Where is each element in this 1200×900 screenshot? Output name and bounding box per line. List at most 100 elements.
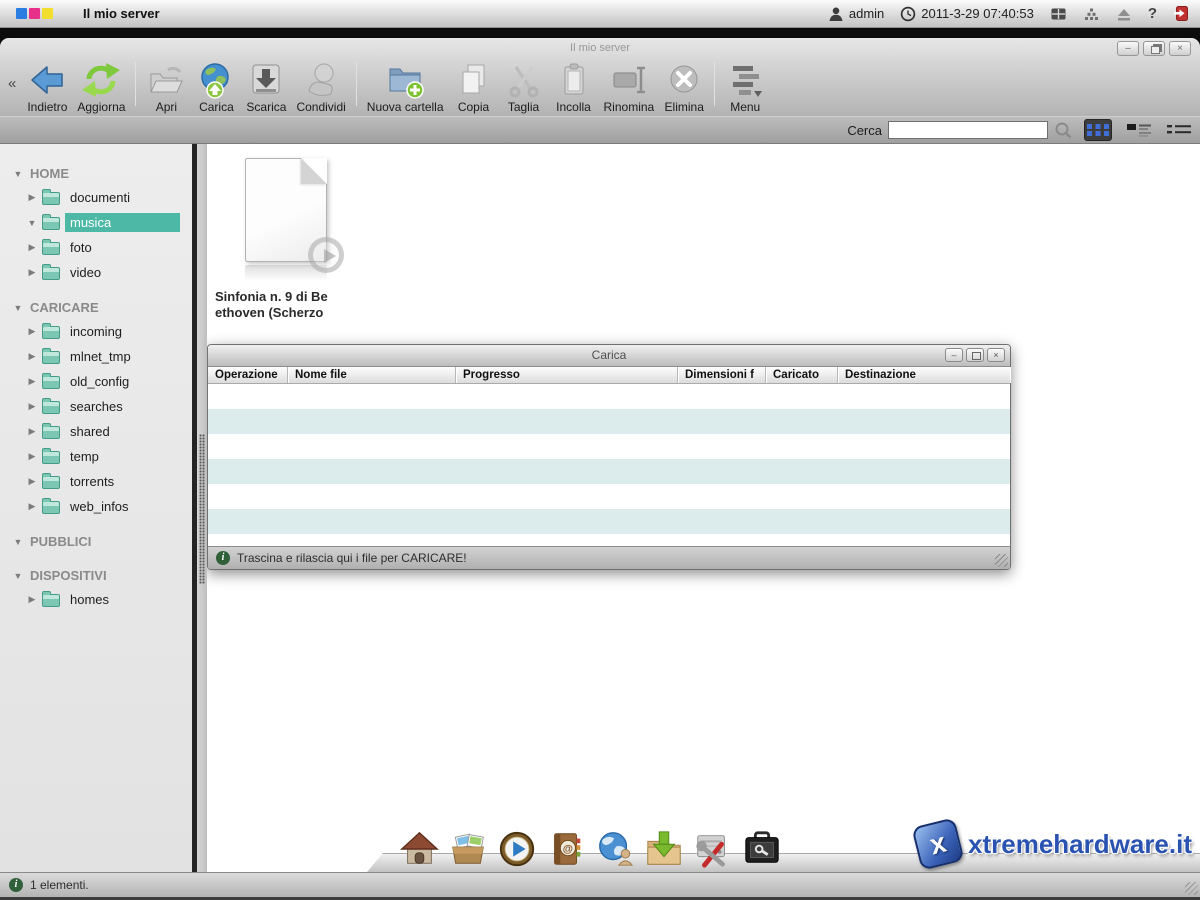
search-icon[interactable] — [1054, 121, 1072, 139]
column-nome-file[interactable]: Nome file — [288, 367, 456, 383]
sidebar-item-musica[interactable]: musica — [0, 210, 192, 235]
logo-yellow-square — [42, 8, 53, 19]
copy-button[interactable]: Copia — [449, 59, 499, 116]
sidebar-item-old-config[interactable]: old_config — [0, 369, 192, 394]
column-dimensioni[interactable]: Dimensioni f — [678, 367, 766, 383]
folder-icon — [42, 501, 60, 514]
chevron-right-icon — [27, 401, 37, 412]
chevron-right-icon — [27, 451, 37, 462]
sidebar-section-pubblici[interactable]: PUBBLICI — [0, 530, 192, 553]
column-operazione[interactable]: Operazione — [208, 367, 288, 383]
sidebar-item-shared[interactable]: shared — [0, 419, 192, 444]
view-details-button[interactable] — [1166, 121, 1192, 139]
dock-toolbox-button[interactable] — [742, 829, 782, 869]
view-list-button[interactable] — [1126, 121, 1152, 139]
sidebar-item-foto[interactable]: foto — [0, 235, 192, 260]
window-close-button[interactable]: × — [1169, 41, 1191, 56]
watermark-text: xtremehardware.it — [968, 829, 1192, 860]
page-fold-corner — [301, 158, 327, 184]
chevron-right-icon — [27, 351, 37, 362]
splitter-grip-handle[interactable] — [199, 434, 205, 584]
dock-media-player-button[interactable] — [497, 829, 537, 869]
dialog-resize-grip[interactable] — [995, 554, 1008, 567]
dock-network-users-button[interactable] — [595, 829, 635, 869]
dock-home-button[interactable] — [399, 829, 439, 869]
open-button[interactable]: Apri — [141, 59, 191, 116]
dialog-maximize-button[interactable] — [966, 348, 984, 362]
dock-photo-gallery-button[interactable] — [448, 829, 488, 869]
cut-button[interactable]: Taglia — [499, 59, 549, 116]
user-menu[interactable]: admin — [828, 6, 884, 22]
new-folder-button[interactable]: Nuova cartella — [362, 59, 449, 116]
window-titlebar[interactable]: Il mio server – × — [0, 38, 1200, 58]
folder-icon — [42, 192, 60, 205]
share-button[interactable]: Condividi — [291, 59, 350, 116]
menu-button[interactable]: Menu — [720, 59, 770, 116]
rename-button[interactable]: Rinomina — [599, 59, 660, 116]
tasks-button[interactable] — [1083, 6, 1100, 22]
play-overlay-icon — [308, 237, 344, 273]
column-progresso[interactable]: Progresso — [456, 367, 678, 383]
xtremehardware-logo-icon: x — [911, 817, 964, 870]
os-logo[interactable] — [16, 8, 53, 19]
dock-disk-utility-button[interactable] — [693, 829, 733, 869]
window-restore-button[interactable] — [1143, 41, 1165, 56]
sidebar-item-homes[interactable]: homes — [0, 587, 192, 612]
file-manager-window: Il mio server – × « Indietro — [0, 38, 1200, 900]
sidebar-item-incoming[interactable]: incoming — [0, 319, 192, 344]
dialog-close-button[interactable]: × — [987, 348, 1005, 362]
column-caricato[interactable]: Caricato — [766, 367, 838, 383]
paste-button[interactable]: Incolla — [549, 59, 599, 116]
upload-drop-zone[interactable] — [208, 384, 1010, 546]
upload-button[interactable]: Carica — [191, 59, 241, 116]
dock-downloads-button[interactable] — [644, 829, 684, 869]
download-button[interactable]: Scarica — [241, 59, 291, 116]
apps-grid-button[interactable] — [1050, 6, 1067, 22]
dialog-minimize-button[interactable]: – — [945, 348, 963, 362]
file-item-audio[interactable]: Sinfonia n. 9 di Be ethoven (Scherzo — [215, 154, 357, 321]
window-minimize-button[interactable]: – — [1117, 41, 1139, 56]
upload-globe-icon — [196, 61, 236, 99]
file-view-area[interactable]: Sinfonia n. 9 di Be ethoven (Scherzo Car… — [207, 144, 1200, 872]
downloads-folder-icon — [644, 829, 684, 869]
window-resize-grip[interactable] — [1185, 882, 1198, 895]
sidebar-item-torrents[interactable]: torrents — [0, 469, 192, 494]
sidebar-item-searches[interactable]: searches — [0, 394, 192, 419]
search-input[interactable] — [888, 121, 1048, 139]
datetime-text: 2011-3-29 07:40:53 — [921, 6, 1034, 21]
logo-blue-square — [16, 8, 27, 19]
help-button[interactable]: ? — [1148, 5, 1157, 22]
audio-file-icon — [245, 158, 327, 262]
dock-address-book-button[interactable]: @ — [546, 829, 586, 869]
sidebar-tree: HOME documenti musica foto video — [0, 144, 197, 872]
column-destinazione[interactable]: Destinazione — [838, 367, 1010, 383]
delete-icon — [664, 61, 704, 99]
sidebar-section-home[interactable]: HOME — [0, 162, 192, 185]
sidebar-splitter[interactable] — [197, 144, 207, 872]
toolbar-separator — [714, 62, 715, 106]
upload-dialog-titlebar[interactable]: Carica – × — [208, 345, 1010, 367]
upload-dialog: Carica – × Operazione Nome file Progress… — [207, 344, 1011, 570]
upload-dialog-footer: Trascina e rilascia qui i file per CARIC… — [208, 546, 1010, 569]
sidebar-section-dispositivi[interactable]: DISPOSITIVI — [0, 564, 192, 587]
sidebar-item-mlnet-tmp[interactable]: mlnet_tmp — [0, 344, 192, 369]
sidebar-section-caricare[interactable]: CARICARE — [0, 296, 192, 319]
chevron-down-icon — [13, 571, 23, 581]
eject-button[interactable] — [1116, 6, 1132, 22]
sidebar-item-web-infos[interactable]: web_infos — [0, 494, 192, 519]
back-button[interactable]: Indietro — [22, 59, 72, 116]
clock-icon — [900, 6, 916, 22]
sidebar-item-temp[interactable]: temp — [0, 444, 192, 469]
upload-dialog-title: Carica — [208, 345, 1010, 366]
download-box-icon — [246, 61, 286, 99]
cut-icon — [504, 61, 544, 99]
sidebar-item-video[interactable]: video — [0, 260, 192, 285]
delete-button[interactable]: Elimina — [659, 59, 709, 116]
list-view-icon — [1126, 121, 1152, 139]
refresh-button[interactable]: Aggiorna — [72, 59, 130, 116]
chevron-down-icon — [27, 218, 37, 228]
view-thumbnails-button[interactable] — [1084, 119, 1112, 141]
toolbar-collapse-button[interactable]: « — [4, 75, 22, 100]
sidebar-item-documenti[interactable]: documenti — [0, 185, 192, 210]
logout-button[interactable] — [1173, 5, 1190, 22]
